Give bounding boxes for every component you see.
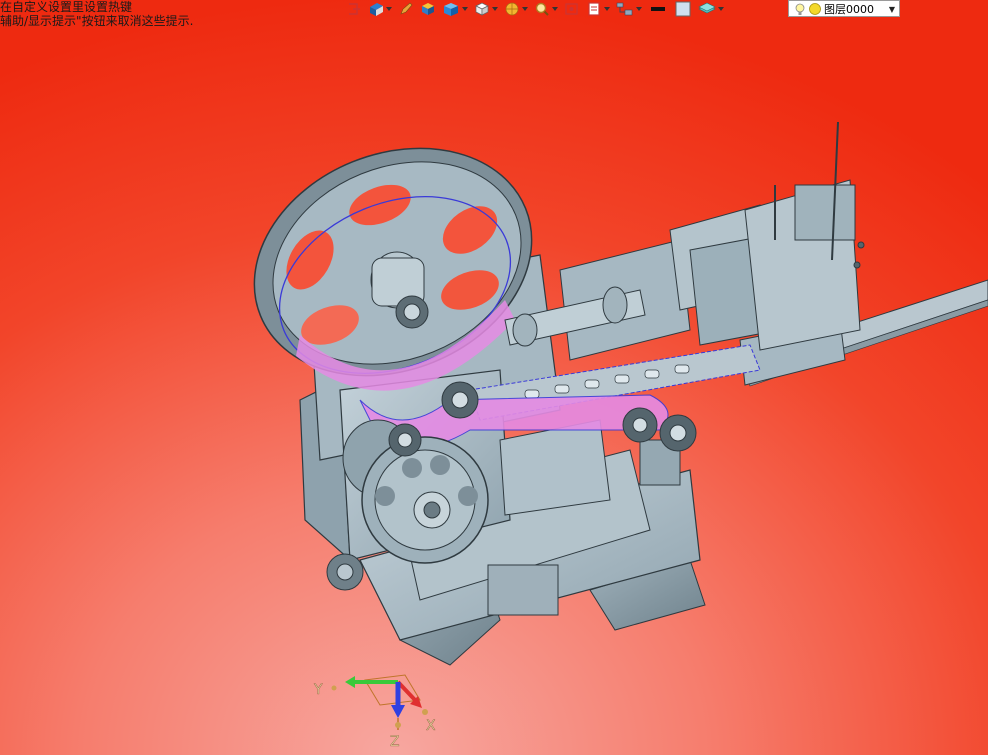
coordinate-triad[interactable]: Y X Z: [310, 660, 450, 755]
3d-viewport[interactable]: 在自定义设置里设置热键 辅助/显示提示"按钮来取消这些提示. 图层0000 ▼ …: [0, 0, 988, 755]
x-axis-arrow: [396, 680, 417, 702]
z-axis-label: Z: [390, 734, 400, 750]
machine-model[interactable]: [0, 0, 988, 755]
y-axis-label: Y: [313, 682, 323, 698]
x-axis-label: X: [426, 718, 436, 734]
